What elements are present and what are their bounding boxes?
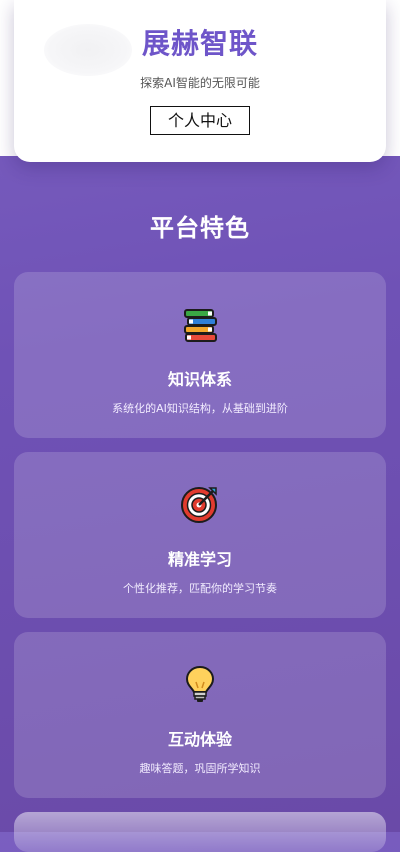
- books-icon: [184, 309, 217, 342]
- feature-description: 系统化的AI知识结构，从基础到进阶: [112, 402, 288, 415]
- lightbulb-icon: [185, 665, 215, 702]
- feature-description: 个性化推荐，匹配你的学习节奏: [123, 582, 277, 595]
- feature-card-interactive[interactable]: 互动体验 趣味答题，巩固所学知识: [14, 632, 386, 798]
- brand-subtitle: 探索AI智能的无限可能: [140, 76, 260, 90]
- brand-title: 展赫智联: [141, 27, 258, 60]
- features-section-title: 平台特色: [150, 214, 250, 242]
- feature-card-precision[interactable]: 精准学习 个性化推荐，匹配你的学习节奏: [14, 452, 386, 618]
- feature-title: 知识体系: [167, 370, 232, 389]
- target-icon: [181, 487, 217, 523]
- feature-card-knowledge[interactable]: 知识体系 系统化的AI知识结构，从基础到进阶: [14, 272, 386, 438]
- feature-description: 趣味答题，巩固所学知识: [139, 762, 261, 775]
- profile-center-button[interactable]: 个人中心: [150, 106, 250, 135]
- feature-card-partial: [14, 812, 386, 852]
- feature-title: 精准学习: [167, 550, 232, 569]
- feature-title: 互动体验: [167, 730, 232, 749]
